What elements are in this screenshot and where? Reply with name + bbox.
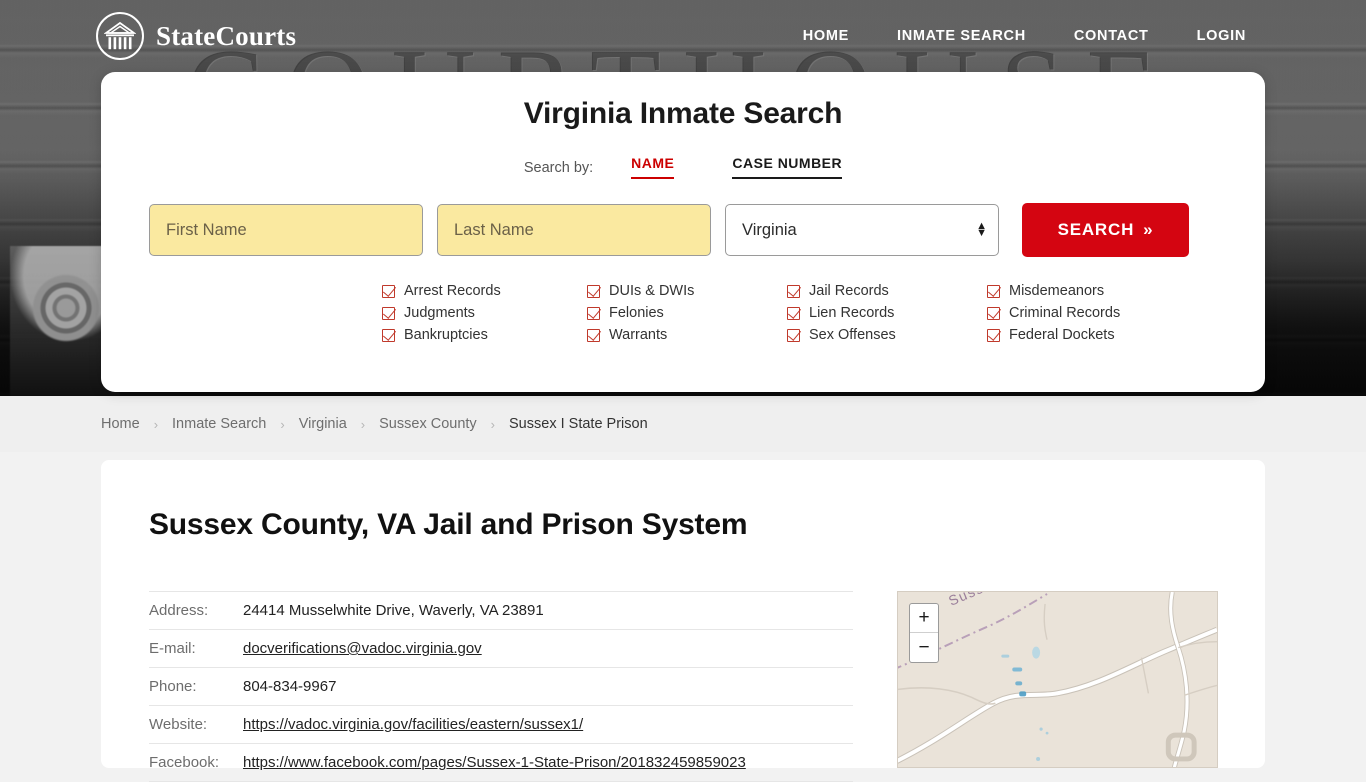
last-name-input[interactable]: [437, 204, 711, 256]
inmate-search-panel: Virginia Inmate Search Search by: NAME C…: [101, 72, 1265, 392]
search-by-tabs: Search by: NAME CASE NUMBER: [101, 153, 1265, 179]
checkbox-checked-icon: [987, 328, 1000, 342]
state-select[interactable]: Virginia ▲ ▼: [725, 204, 999, 256]
record-type-item[interactable]: Criminal Records: [987, 305, 1187, 321]
checkbox-checked-icon: [987, 284, 1000, 298]
record-type-item[interactable]: Warrants: [587, 327, 787, 343]
brand-logo[interactable]: StateCourts: [96, 12, 296, 60]
page-title: Sussex County, VA Jail and Prison System: [149, 508, 748, 541]
record-type-label: DUIs & DWIs: [609, 283, 695, 299]
facebook-link[interactable]: https://www.facebook.com/pages/Sussex-1-…: [243, 754, 746, 771]
brand-name: StateCourts: [156, 20, 297, 51]
detail-value-phone: 804-834-9967: [243, 667, 853, 706]
checkbox-checked-icon: [787, 306, 800, 320]
record-type-label: Arrest Records: [404, 283, 501, 299]
breadcrumb-item-inmate-search[interactable]: Inmate Search: [172, 416, 266, 432]
detail-value-email: docverifications@vadoc.virginia.gov: [243, 629, 853, 668]
table-row: E-mail: docverifications@vadoc.virginia.…: [149, 629, 853, 668]
checkbox-checked-icon: [382, 328, 395, 342]
chevron-right-icon: ›: [280, 416, 285, 432]
record-type-label: Felonies: [609, 305, 664, 321]
record-type-item[interactable]: Bankruptcies: [382, 327, 587, 343]
nav-item-login[interactable]: LOGIN: [1173, 22, 1270, 50]
detail-label: Website:: [149, 705, 243, 744]
detail-value-facebook: https://www.facebook.com/pages/Sussex-1-…: [243, 743, 853, 782]
record-type-item[interactable]: Jail Records: [787, 283, 987, 299]
record-type-label: Bankruptcies: [404, 327, 488, 343]
map-roads: [898, 592, 1217, 767]
record-type-item[interactable]: Arrest Records: [382, 283, 587, 299]
detail-label: Phone:: [149, 667, 243, 706]
record-types-grid: Arrest Records DUIs & DWIs Jail Records …: [382, 283, 1265, 343]
first-name-input[interactable]: [149, 204, 423, 256]
record-type-item[interactable]: Lien Records: [787, 305, 987, 321]
record-type-label: Misdemeanors: [1009, 283, 1105, 299]
checkbox-checked-icon: [587, 284, 600, 298]
checkbox-checked-icon: [587, 306, 600, 320]
main-navigation: HOME INMATE SEARCH CONTACT LOGIN: [779, 22, 1270, 50]
facility-content-card: Sussex County, VA Jail and Prison System…: [101, 460, 1265, 782]
search-button-label: SEARCH: [1057, 220, 1135, 239]
record-type-label: Lien Records: [809, 305, 895, 321]
checkbox-checked-icon: [587, 328, 600, 342]
breadcrumb-item-current: Sussex I State Prison: [509, 416, 648, 432]
record-type-item[interactable]: Judgments: [382, 305, 587, 321]
chevron-right-icon: ›: [360, 416, 366, 432]
map-zoom-in-button[interactable]: +: [910, 604, 938, 633]
record-type-item[interactable]: Sex Offenses: [787, 327, 987, 343]
website-link[interactable]: https://vadoc.virginia.gov/facilities/ea…: [243, 716, 583, 733]
record-type-label: Jail Records: [809, 283, 889, 299]
detail-label: Address:: [149, 591, 243, 630]
checkbox-checked-icon: [987, 306, 1000, 320]
breadcrumb-item-home[interactable]: Home: [101, 416, 140, 432]
detail-value-website: https://vadoc.virginia.gov/facilities/ea…: [243, 705, 853, 744]
nav-item-home[interactable]: HOME: [779, 22, 873, 50]
email-link[interactable]: docverifications@vadoc.virginia.gov: [243, 640, 482, 657]
checkbox-checked-icon: [382, 306, 395, 320]
record-type-item[interactable]: Felonies: [587, 305, 787, 321]
record-type-label: Warrants: [609, 327, 668, 343]
map-zoom-out-button[interactable]: −: [910, 633, 938, 662]
site-header: StateCourts HOME INMATE SEARCH CONTACT L…: [0, 0, 1366, 72]
breadcrumb-item-virginia[interactable]: Virginia: [299, 416, 347, 432]
record-type-item[interactable]: Misdemeanors: [987, 283, 1187, 299]
search-button[interactable]: SEARCH »: [1022, 203, 1189, 257]
checkbox-checked-icon: [787, 328, 800, 342]
detail-value-address: 24414 Musselwhite Drive, Waverly, VA 238…: [243, 591, 853, 630]
search-panel-title: Virginia Inmate Search: [523, 97, 843, 130]
detail-label: Facebook:: [149, 743, 243, 782]
tab-name[interactable]: NAME: [631, 155, 675, 179]
record-type-label: Federal Dockets: [1009, 327, 1115, 343]
record-type-label: Judgments: [404, 305, 475, 321]
detail-label: E-mail:: [149, 629, 243, 668]
checkbox-checked-icon: [382, 284, 395, 298]
search-form: Virginia ▲▼ SEARCH »: [149, 203, 1265, 257]
courthouse-circle-icon: [96, 12, 144, 60]
table-row: Address: 24414 Musselwhite Drive, Waverl…: [149, 591, 853, 630]
checkbox-checked-icon: [787, 284, 800, 298]
table-row: Facebook: https://www.facebook.com/pages…: [149, 743, 853, 782]
breadcrumb: Home › Inmate Search › Virginia › Sussex…: [101, 416, 648, 432]
double-chevron-right-icon: »: [1143, 220, 1154, 239]
location-map[interactable]: Sussex County + −: [897, 591, 1218, 768]
breadcrumb-item-sussex-county[interactable]: Sussex County: [379, 416, 477, 432]
tab-case-number[interactable]: CASE NUMBER: [732, 155, 843, 179]
record-type-label: Sex Offenses: [809, 327, 896, 343]
record-type-label: Criminal Records: [1009, 305, 1121, 321]
nav-item-inmate-search[interactable]: INMATE SEARCH: [873, 22, 1050, 50]
chevron-right-icon: ›: [153, 416, 159, 432]
record-type-item[interactable]: DUIs & DWIs: [587, 283, 787, 299]
table-row: Phone: 804-834-9967: [149, 667, 853, 706]
map-zoom-controls: + −: [909, 603, 939, 663]
breadcrumb-bar: Home › Inmate Search › Virginia › Sussex…: [0, 396, 1366, 452]
chevron-right-icon: ›: [490, 416, 496, 432]
table-row: Website: https://vadoc.virginia.gov/faci…: [149, 705, 853, 744]
nav-item-contact[interactable]: CONTACT: [1050, 22, 1173, 50]
facility-details-table: Address: 24414 Musselwhite Drive, Waverl…: [149, 591, 853, 782]
search-by-label: Search by:: [523, 160, 594, 176]
record-type-item[interactable]: Federal Dockets: [987, 327, 1187, 343]
state-select-value[interactable]: Virginia: [725, 204, 999, 256]
